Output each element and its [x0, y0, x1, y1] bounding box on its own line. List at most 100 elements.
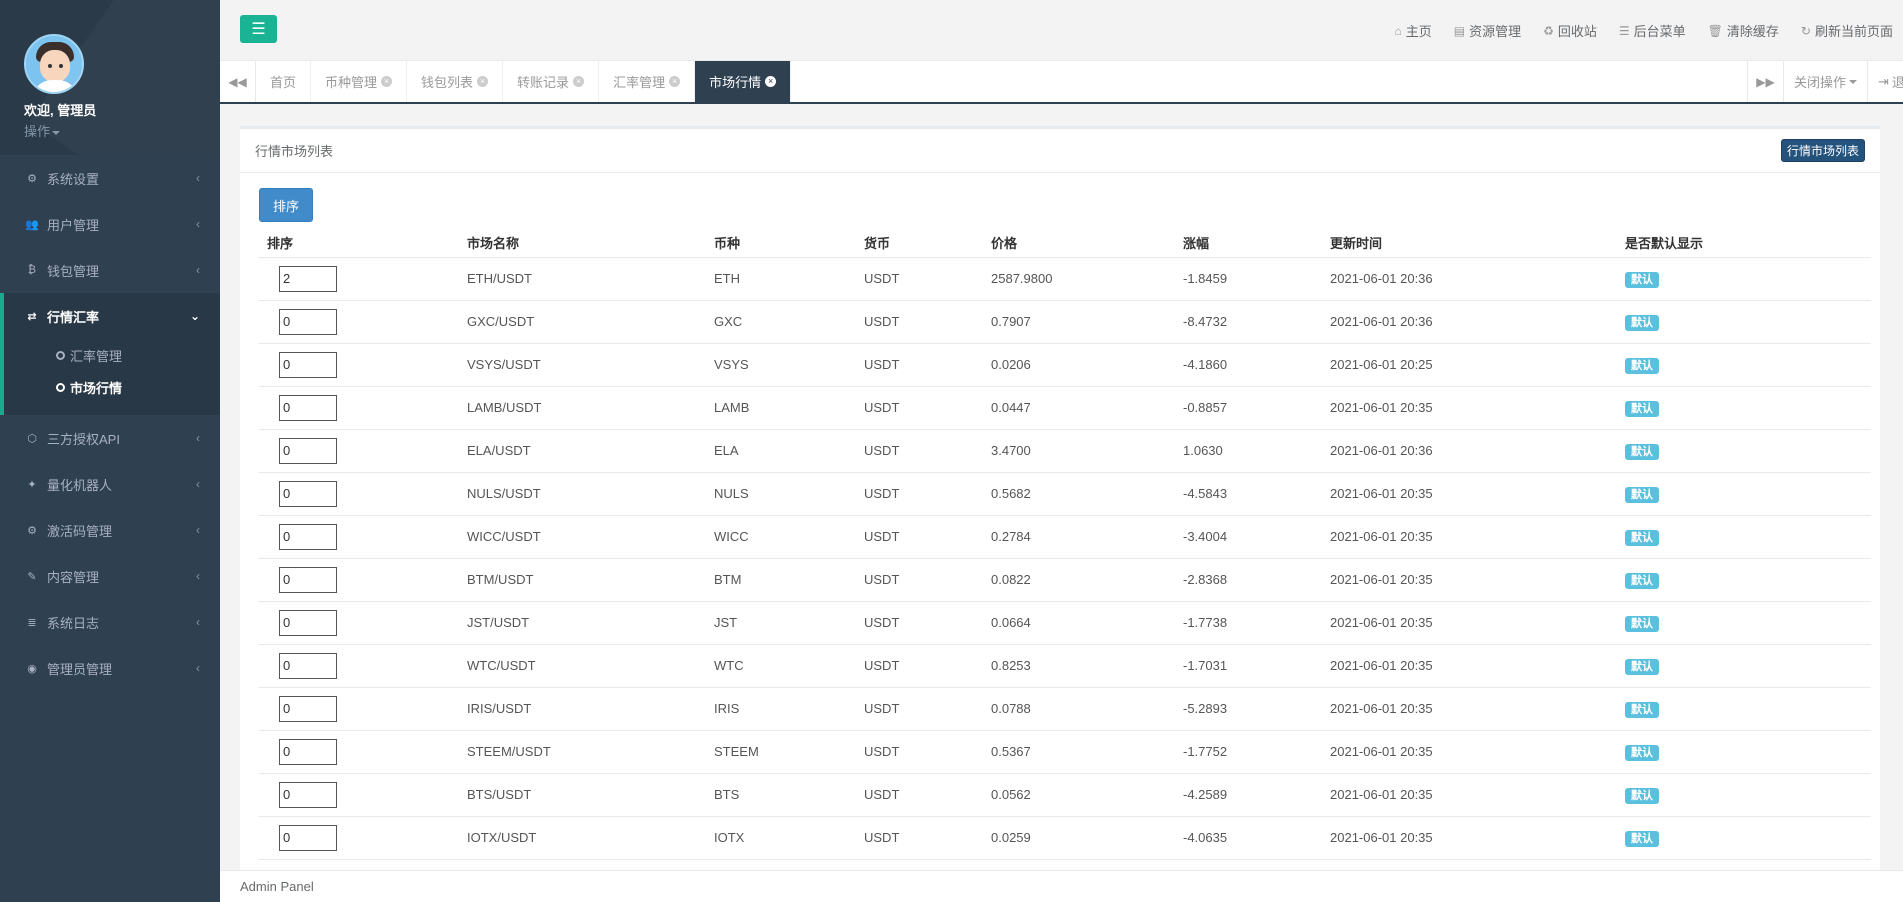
default-badge[interactable]: 默认 [1625, 744, 1659, 761]
sort-order-input[interactable] [279, 695, 337, 722]
close-tab-icon[interactable]: × [381, 76, 393, 87]
page-tab[interactable]: 转账记录 × [503, 61, 600, 102]
tabs-scroll-right-button[interactable]: ▶▶ [1746, 61, 1783, 102]
sort-order-input[interactable] [279, 437, 337, 464]
default-badge[interactable]: 默认 [1625, 400, 1659, 417]
table-row: VSYS/USDTVSYSUSDT0.0206-4.18602021-06-01… [259, 343, 1871, 387]
menu-toggle-button[interactable]: ☰ [240, 15, 277, 43]
cell-market: STEEM/USDT [459, 730, 706, 774]
default-badge[interactable]: 默认 [1625, 443, 1659, 460]
sidebar-group: ⚙ 激活码管理 ‹ [0, 507, 220, 553]
list-icon: ☰ [1618, 23, 1630, 38]
header-link[interactable]: ⌂ 主页 [1394, 21, 1431, 40]
cell-default: 默认 [1617, 816, 1871, 860]
column-header: 币种 [706, 229, 856, 258]
sidebar-item[interactable]: ⚙ 激活码管理 ‹ [0, 507, 220, 553]
tabs-scroll-left-button[interactable]: ◀◀ [220, 61, 256, 102]
cell-market: ETH/USDT [459, 257, 706, 301]
header-links: ⌂ 主页 ▤ 资源管理 ♻ 回收站 ☰ 后台菜单 🗑 清除缓存 ↻ 刷新当前页面 [1372, 0, 1893, 61]
default-badge[interactable]: 默认 [1625, 830, 1659, 847]
default-badge[interactable]: 默认 [1625, 271, 1659, 288]
table-header-row: 排序 市场名称 币种 货币 价格 涨幅 更新时间 是否默认显示 [259, 229, 1871, 258]
cell-market: IRIS/USDT [459, 687, 706, 731]
logout-button[interactable]: ⇥退出 [1867, 61, 1903, 102]
default-badge[interactable]: 默认 [1625, 658, 1659, 675]
close-operations-dropdown[interactable]: 关闭操作 [1782, 61, 1867, 102]
sidebar-item[interactable]: ◉ 管理员管理 ‹ [0, 645, 220, 691]
sort-cell [259, 816, 459, 860]
sidebar-subitem[interactable]: 汇率管理 [4, 339, 220, 371]
header-link[interactable]: ▤ 资源管理 [1454, 21, 1521, 40]
gears-icon: ⚙ [27, 172, 37, 185]
header-link[interactable]: ☰ 后台菜单 [1619, 21, 1686, 40]
users-icon: 👥 [25, 218, 39, 231]
sidebar-item[interactable]: ✎ 内容管理 ‹ [0, 553, 220, 599]
cell-default: 默认 [1617, 257, 1871, 301]
cell-time: 2021-06-01 20:35 [1322, 472, 1617, 516]
cell-change: -4.2589 [1175, 773, 1322, 817]
page-tab[interactable]: 币种管理 × [311, 61, 408, 102]
sidebar-item[interactable]: 👥 用户管理 ‹ [0, 201, 220, 247]
cell-change: -3.4004 [1175, 515, 1322, 559]
sort-order-input[interactable] [279, 265, 337, 292]
sidebar-item[interactable]: ✦ 量化机器人 ‹ [0, 461, 220, 507]
page-tab[interactable]: 市场行情 × [695, 61, 792, 102]
default-badge[interactable]: 默认 [1625, 529, 1659, 546]
cell-market: VSYS/USDT [459, 343, 706, 387]
cell-change: -4.5843 [1175, 472, 1322, 516]
sidebar-item[interactable]: ₿ 钱包管理 ‹ [0, 247, 220, 293]
trash-icon: 🗑 [1707, 23, 1723, 38]
cell-change: -4.0635 [1175, 816, 1322, 860]
sort-order-input[interactable] [279, 781, 337, 808]
sidebar-item[interactable]: ≣ 系统日志 ‹ [0, 599, 220, 645]
cell-price: 0.0788 [983, 687, 1175, 731]
sidebar-item[interactable]: ⬡ 三方授权API ‹ [0, 415, 220, 461]
sort-order-input[interactable] [279, 351, 337, 378]
sidebar: 欢迎, 管理员 操作 ⚙ 系统设置 ‹ 👥 用户管理 ‹ ₿ 钱包管理 ‹ ⇄ 行情汇率 ⌄ 汇率管理市… [0, 0, 220, 902]
close-tab-icon[interactable]: × [477, 76, 489, 87]
avatar[interactable] [24, 34, 84, 94]
cell-currency: USDT [856, 601, 983, 645]
sidebar-item[interactable]: ⚙ 系统设置 ‹ [0, 155, 220, 201]
bars-icon: ☰ [251, 21, 266, 38]
sort-order-input[interactable] [279, 609, 337, 636]
sort-order-input[interactable] [279, 566, 337, 593]
sort-order-input[interactable] [279, 738, 337, 765]
operation-dropdown[interactable]: 操作 [24, 121, 220, 140]
default-badge[interactable]: 默认 [1625, 701, 1659, 718]
sort-order-input[interactable] [279, 824, 337, 851]
header-link[interactable]: ↻ 刷新当前页面 [1801, 21, 1893, 40]
close-tab-icon[interactable]: × [765, 76, 777, 87]
sort-order-input[interactable] [279, 394, 337, 421]
table-row: IOTX/USDTIOTXUSDT0.0259-4.06352021-06-01… [259, 816, 1871, 860]
sidebar-item-label: 钱包管理 [47, 263, 100, 279]
column-header: 市场名称 [459, 229, 706, 258]
sort-order-input[interactable] [279, 480, 337, 507]
default-badge[interactable]: 默认 [1625, 787, 1659, 804]
close-tab-icon[interactable]: × [573, 76, 585, 87]
page-tab[interactable]: 汇率管理 × [599, 61, 696, 102]
cell-market: ELA/USDT [459, 429, 706, 473]
sort-button[interactable]: 排序 [259, 188, 313, 222]
sort-order-input[interactable] [279, 523, 337, 550]
default-badge[interactable]: 默认 [1625, 615, 1659, 632]
chevron-left-icon: ‹ [196, 569, 200, 583]
cell-default: 默认 [1617, 343, 1871, 387]
page-tab[interactable]: 首页 [256, 61, 312, 102]
tabs-bar: ◀◀ 首页 币种管理 × 钱包列表 × 转账记录 × 汇率管理 × 市场行情 × ▶▶ 关闭操作 ⇥… [220, 61, 1903, 104]
tabs-right-controls: ▶▶ 关闭操作 ⇥退出 [1746, 61, 1903, 102]
header-link[interactable]: 🗑 清除缓存 [1708, 21, 1779, 40]
sort-order-input[interactable] [279, 652, 337, 679]
header-link[interactable]: ♻ 回收站 [1543, 21, 1597, 40]
sort-order-input[interactable] [279, 308, 337, 335]
sidebar-subitem[interactable]: 市场行情 [4, 371, 220, 403]
column-header: 更新时间 [1322, 229, 1617, 258]
default-badge[interactable]: 默认 [1625, 357, 1659, 374]
default-badge[interactable]: 默认 [1625, 314, 1659, 331]
close-tab-icon[interactable]: × [669, 76, 681, 87]
page-tab[interactable]: 钱包列表 × [407, 61, 504, 102]
default-badge[interactable]: 默认 [1625, 572, 1659, 589]
exchange-icon: ⇄ [27, 310, 37, 323]
default-badge[interactable]: 默认 [1625, 486, 1659, 503]
sidebar-item[interactable]: ⇄ 行情汇率 ⌄ [4, 293, 220, 339]
